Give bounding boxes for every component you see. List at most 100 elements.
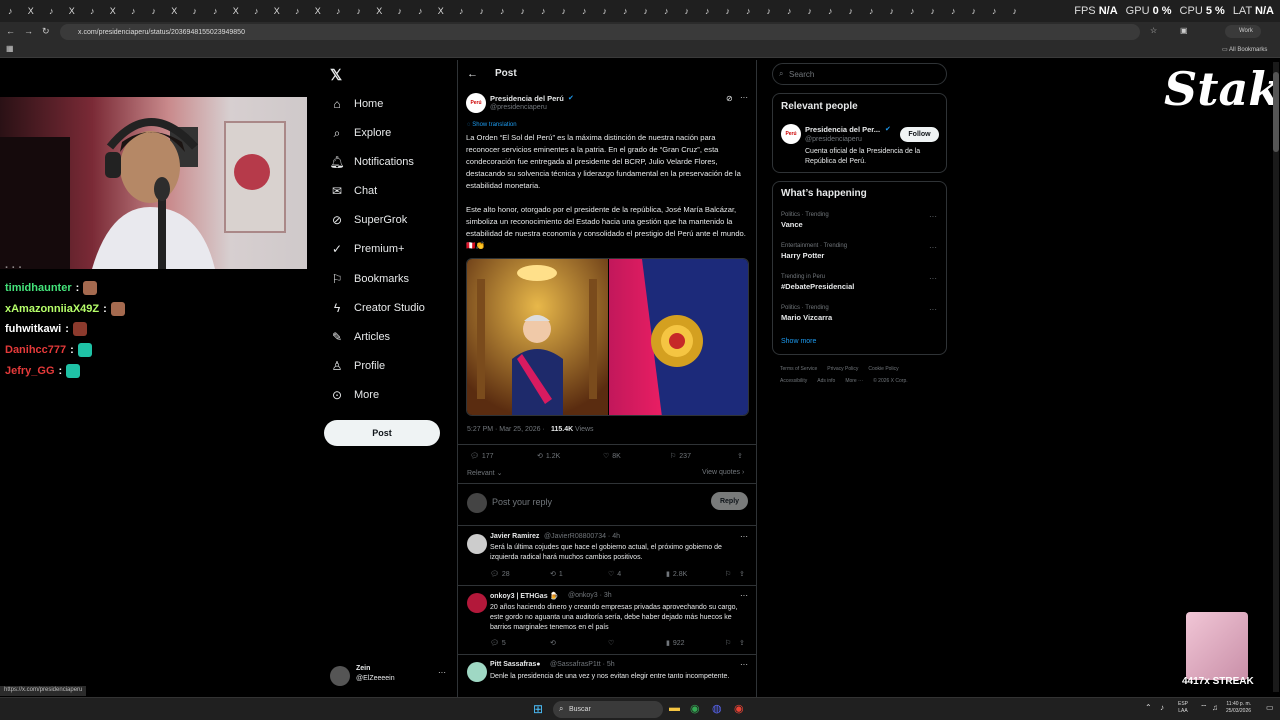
tiktok-tab-icon[interactable]: ♪	[964, 0, 985, 22]
more-dots-icon[interactable]: ···	[929, 305, 937, 314]
tiktok-tab-icon[interactable]: ♪	[984, 0, 1005, 22]
person-name[interactable]: Presidencia del Per...	[805, 125, 880, 134]
tiktok-tab-icon[interactable]: ♪	[492, 0, 513, 22]
extensions-icon[interactable]: ▣	[1180, 26, 1188, 35]
tiktok-tab-icon[interactable]: ♪	[1005, 0, 1026, 22]
more-dots-icon[interactable]: ···	[438, 668, 446, 677]
tiktok-tab-icon[interactable]: ♪	[800, 0, 821, 22]
post-image[interactable]	[466, 258, 749, 416]
nav-more[interactable]: ⊙ More	[330, 388, 379, 402]
tiktok-tab-icon[interactable]: ♪	[574, 0, 595, 22]
x-tab-icon[interactable]: X	[267, 0, 288, 22]
tiktok-tab-icon[interactable]: ♪	[472, 0, 493, 22]
network-icon[interactable]: ⌔	[1200, 703, 1208, 713]
tiktok-tab-icon[interactable]: ♪	[328, 0, 349, 22]
post-button[interactable]: Post	[324, 420, 440, 446]
trend-item[interactable]: Entertainment · Trending Harry Potter	[781, 243, 847, 260]
tiktok-tab-icon[interactable]: ♪	[902, 0, 923, 22]
account-switcher[interactable]: Zein @ElZeeeein ···	[330, 664, 448, 686]
nav-articles[interactable]: ✎ Articles	[330, 330, 390, 344]
star-icon[interactable]: ☆	[1150, 26, 1157, 35]
reply-action[interactable]: 💬︎ 177	[470, 452, 494, 461]
back-arrow-icon[interactable]: ←	[6, 26, 15, 36]
tiktok-tab-icon[interactable]: ♪	[410, 0, 431, 22]
show-translation-link[interactable]: ◌ Show translation	[467, 122, 517, 128]
folder-icon[interactable]: ▬	[669, 702, 680, 714]
chevron-up-icon[interactable]: ⌃	[1145, 703, 1152, 712]
repost-action[interactable]: ⟲ 1	[550, 570, 563, 579]
reply-item[interactable]: Pitt Sassafras● @SassafrasP1tt · 5h ··· …	[458, 654, 756, 694]
tiktok-tab-icon[interactable]: ♪	[513, 0, 534, 22]
like-action[interactable]: ♡ 8K	[603, 452, 621, 461]
x-logo-icon[interactable]: 𝕏	[330, 66, 342, 84]
avatar[interactable]: Perú	[781, 124, 801, 144]
tiktok-tab-icon[interactable]: ♪	[144, 0, 165, 22]
reply-item[interactable]: Javier Ramirez @JavierR08800734 · 4h ···…	[458, 525, 756, 585]
reply-author[interactable]: onkoy3 | ETHGas 🍺	[490, 592, 558, 600]
tiktok-tab-icon[interactable]: ♪	[287, 0, 308, 22]
views-action[interactable]: ▮ 2.8K	[666, 570, 687, 579]
tiktok-tab-icon[interactable]: ♪	[759, 0, 780, 22]
footer-link[interactable]: Cookie Policy	[868, 366, 898, 372]
tiktok-tab-icon[interactable]: ♪	[738, 0, 759, 22]
views-action[interactable]: ▮ 922	[666, 639, 685, 648]
x-tab-icon[interactable]: X	[308, 0, 329, 22]
avatar[interactable]: Perú	[466, 93, 486, 113]
nav-explore[interactable]: ⌕ Explore	[330, 126, 392, 140]
language-indicator[interactable]: ESP LAA	[1178, 701, 1188, 715]
tiktok-tab-icon[interactable]: ♪	[943, 0, 964, 22]
share-icon[interactable]: ⇪	[739, 639, 745, 647]
more-dots-icon[interactable]: ···	[929, 243, 937, 252]
tiktok-tab-icon[interactable]: ♪	[636, 0, 657, 22]
footer-link[interactable]: Terms of Service	[780, 366, 817, 372]
reply-button[interactable]: Reply	[711, 492, 748, 510]
nav-premium[interactable]: ✓ Premium+	[330, 242, 404, 256]
tiktok-tab-icon[interactable]: ♪	[841, 0, 862, 22]
nav-notifications[interactable]: 🔔︎ Notifications	[329, 155, 414, 169]
like-action[interactable]: ♡	[608, 639, 614, 647]
tiktok-tab-icon[interactable]: ♪	[615, 0, 636, 22]
back-arrow-icon[interactable]: ←	[467, 68, 478, 80]
nav-supergrok[interactable]: ⊘ SuperGrok	[330, 213, 407, 227]
footer-link[interactable]: Ads info	[817, 378, 835, 384]
browser-icon[interactable]: ◉	[734, 702, 744, 715]
url-text[interactable]: x.com/presidenciaperu/status/20369481550…	[78, 29, 245, 36]
trend-item[interactable]: Trending in Peru #DebatePresidencial	[781, 274, 854, 291]
tiktok-tab-icon[interactable]: ♪	[82, 0, 103, 22]
tiktok-tab-icon[interactable]: ♪	[595, 0, 616, 22]
nav-creator-studio[interactable]: ϟ Creator Studio	[330, 301, 425, 315]
reply-action[interactable]: 💬︎ 5	[490, 639, 506, 648]
reload-icon[interactable]: ↻	[42, 26, 50, 37]
tiktok-tab-icon[interactable]: ♪	[349, 0, 370, 22]
tiktok-tab-icon[interactable]: ♪	[820, 0, 841, 22]
more-dots-icon[interactable]: ···	[929, 212, 937, 221]
bookmark-action[interactable]: ⚐ 237	[670, 452, 691, 461]
sort-dropdown[interactable]: Relevant ⌄	[467, 469, 502, 477]
search-input[interactable]: ⌕ Search	[772, 63, 947, 85]
tiktok-tab-icon[interactable]: ♪	[882, 0, 903, 22]
chrome-icon[interactable]: ◉	[690, 702, 700, 715]
follow-button[interactable]: Follow	[900, 127, 939, 142]
clock[interactable]: 11:40 p. m. 25/03/2026	[1226, 701, 1251, 715]
notification-icon[interactable]: ▭	[1266, 703, 1274, 712]
profile-chip[interactable]: Work	[1225, 25, 1261, 38]
tiktok-tab-icon[interactable]: ♪	[451, 0, 472, 22]
share-icon[interactable]: ⇪	[737, 452, 743, 460]
windows-start-icon[interactable]: ⊞	[533, 702, 543, 716]
grok-icon[interactable]: ⊘	[726, 94, 733, 103]
tiktok-tab-icon[interactable]: ♪	[779, 0, 800, 22]
more-dots-icon[interactable]: ···	[740, 532, 748, 541]
view-quotes-link[interactable]: View quotes ›	[702, 469, 744, 476]
repost-action[interactable]: ⟲ 1.2K	[537, 452, 560, 461]
show-more-link[interactable]: Show more	[781, 338, 816, 345]
footer-link[interactable]: More ···	[845, 378, 863, 384]
tiktok-tab-icon[interactable]: ♪	[677, 0, 698, 22]
mic-icon[interactable]: ♪	[1160, 703, 1164, 712]
nav-home[interactable]: ⌂ Home	[330, 97, 383, 111]
repost-action[interactable]: ⟲	[550, 639, 556, 647]
tiktok-tab-icon[interactable]: ♪	[205, 0, 226, 22]
footer-link[interactable]: Accessibility	[780, 378, 807, 384]
reply-input[interactable]: Post your reply	[492, 497, 552, 507]
tiktok-tab-icon[interactable]: ♪	[533, 0, 554, 22]
reply-author[interactable]: Pitt Sassafras●	[490, 661, 541, 668]
